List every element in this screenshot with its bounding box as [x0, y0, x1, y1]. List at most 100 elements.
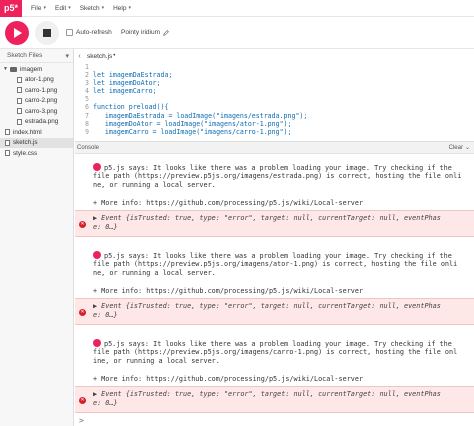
code-line: 2 let imagemDaEstrada; — [75, 71, 474, 79]
more-info-link[interactable]: + More info: https://github.com/processi… — [75, 199, 474, 208]
play-button[interactable] — [5, 21, 29, 45]
sidebar: Sketch Files ▾ ▼ imagem ator-1.png carro… — [0, 49, 74, 426]
message-text: p5.js says: It looks like there was a pr… — [104, 164, 452, 172]
message-line: ne, or running a local server. — [93, 269, 216, 277]
folder-imagem[interactable]: ▼ imagem — [0, 64, 73, 75]
file-label: index.html — [13, 128, 42, 136]
chevron-down-icon: ▾ — [43, 5, 46, 11]
event-line: e: 0…} — [93, 223, 118, 231]
file-item[interactable]: index.html — [0, 127, 73, 138]
message-text: p5.js says: It looks like there was a pr… — [104, 340, 452, 348]
message-line: ne, or running a local server. — [93, 181, 216, 189]
unsaved-dot-icon: • — [113, 53, 116, 59]
file-item[interactable]: style.css — [0, 148, 73, 159]
event-line: ▶ Event {isTrusted: true, type: "error",… — [93, 214, 441, 222]
line-number: 4 — [85, 87, 89, 96]
error-event-row[interactable]: ✕ ▶ Event {isTrusted: true, type: "error… — [75, 386, 474, 413]
file-item[interactable]: estrada.png — [0, 117, 73, 128]
stop-icon — [43, 29, 51, 37]
file-item[interactable]: ator-1.png — [0, 75, 73, 86]
menu-file-label: File — [31, 4, 42, 12]
sidebar-header: Sketch Files ▾ — [0, 49, 73, 63]
error-event-row[interactable]: ✕ ▶ Event {isTrusted: true, type: "error… — [75, 298, 474, 325]
line-number: 8 — [85, 119, 89, 128]
code-line: 5 — [75, 95, 474, 103]
file-icon — [17, 118, 22, 125]
error-event-row[interactable]: ✕ ▶ Event {isTrusted: true, type: "error… — [75, 210, 474, 237]
auto-refresh-toggle[interactable]: Auto-refresh — [66, 29, 112, 36]
console-prompt[interactable]: > — [79, 416, 84, 425]
file-item[interactable]: carro-3.png — [0, 106, 73, 117]
sidebar-menu-icon[interactable]: ▾ — [65, 52, 69, 60]
file-label: carro-2.png — [25, 97, 58, 105]
project-name[interactable]: Pointy iridium — [121, 29, 169, 36]
menu-sketch[interactable]: Sketch ▾ — [80, 5, 104, 12]
p5-flower-icon — [93, 251, 101, 259]
folder-icon — [9, 66, 17, 72]
message-line — [75, 278, 474, 287]
chevron-down-icon: ▾ — [68, 5, 71, 11]
chevron-down-icon[interactable]: ⌄ — [465, 144, 470, 151]
file-label: carro-1.png — [25, 86, 58, 94]
code-area[interactable]: 1 2 let imagemDaEstrada; 3 let imagemDoAto… — [75, 63, 474, 141]
code-line: 7 imagemDaEstrada = loadImage("imagens/e… — [75, 112, 474, 120]
menu-help-label: Help — [113, 4, 127, 12]
file-item[interactable]: carro-1.png — [0, 85, 73, 96]
menu-file[interactable]: File ▾ — [31, 5, 46, 12]
line-number: 3 — [85, 79, 89, 88]
sidebar-title: Sketch Files — [7, 52, 43, 59]
stop-button[interactable] — [35, 21, 59, 45]
project-name-label: Pointy iridium — [121, 29, 161, 36]
console-panel: Console Clear ⌄ p5.js says: It looks lik… — [75, 141, 474, 426]
message-line: file path (https://preview.p5js.org/imag… — [93, 172, 462, 180]
line-number: 5 — [85, 95, 89, 104]
editor-tab-label: sketch.js — [87, 52, 113, 60]
console-message: p5.js says: It looks like there was a pr… — [75, 339, 474, 384]
event-line: ▶ Event {isTrusted: true, type: "error",… — [93, 302, 441, 310]
error-icon: ✕ — [79, 397, 86, 404]
menu-edit[interactable]: Edit ▾ — [55, 5, 71, 12]
event-line: ▶ Event {isTrusted: true, type: "error",… — [93, 390, 441, 398]
file-item[interactable]: carro-2.png — [0, 96, 73, 107]
file-icon — [5, 150, 10, 157]
collapse-sidebar-icon[interactable]: ‹ — [75, 51, 84, 61]
play-icon — [14, 28, 22, 38]
file-label: sketch.js — [13, 139, 38, 147]
menu-bar: p5* File ▾ Edit ▾ Sketch ▾ Help ▾ — [0, 0, 474, 17]
console-message: p5.js says: It looks like there was a pr… — [75, 163, 474, 208]
menu-help[interactable]: Help ▾ — [113, 5, 131, 12]
code-editor: ‹ sketch.js • 1 2 let imagemDaEstrada; 3l… — [75, 49, 474, 141]
code-text: imagemCarro = loadImage("imagens/carro-1… — [93, 127, 292, 136]
folder-label: imagem — [19, 65, 43, 73]
line-number: 2 — [85, 71, 89, 80]
menu-edit-label: Edit — [55, 4, 67, 12]
code-text: let imagemCarro; — [93, 87, 157, 96]
editor-tab[interactable]: sketch.js • — [75, 49, 474, 63]
line-number: 7 — [85, 111, 89, 120]
more-info-link[interactable]: + More info: https://github.com/processi… — [75, 287, 474, 296]
chevron-down-icon: ▾ — [128, 5, 131, 11]
code-text: let imagemDaEstrada; — [93, 71, 173, 80]
more-info-link[interactable]: + More info: https://github.com/processi… — [75, 375, 474, 384]
code-text: function preload(){ — [93, 103, 169, 112]
code-line: 8 imagemDoAtor = loadImage("imagens/ator… — [75, 120, 474, 128]
file-icon — [5, 139, 10, 146]
message-line: p5.js says: It looks like there was a pr… — [75, 339, 474, 348]
file-item-active[interactable]: sketch.js — [0, 137, 73, 148]
error-icon: ✕ — [79, 221, 86, 228]
chevron-down-icon: ▼ — [3, 66, 8, 73]
code-line: 3 let imagemDoAtor; — [75, 79, 474, 87]
console-controls: Clear ⌄ — [449, 144, 470, 152]
line-number: 9 — [85, 127, 89, 136]
error-icon: ✕ — [79, 309, 86, 316]
p5-flower-icon — [93, 163, 101, 171]
toolbar: Auto-refresh Pointy iridium — [0, 17, 474, 49]
clear-button[interactable]: Clear — [449, 145, 463, 151]
p5-logo[interactable]: p5* — [0, 0, 22, 17]
console-title: Console — [77, 144, 100, 151]
code-text: let imagemDoAtor; — [93, 79, 161, 88]
message-line: p5.js says: It looks like there was a pr… — [75, 163, 474, 172]
auto-refresh-checkbox[interactable] — [66, 29, 73, 36]
file-label: style.css — [13, 149, 38, 157]
console-message: p5.js says: It looks like there was a pr… — [75, 251, 474, 296]
